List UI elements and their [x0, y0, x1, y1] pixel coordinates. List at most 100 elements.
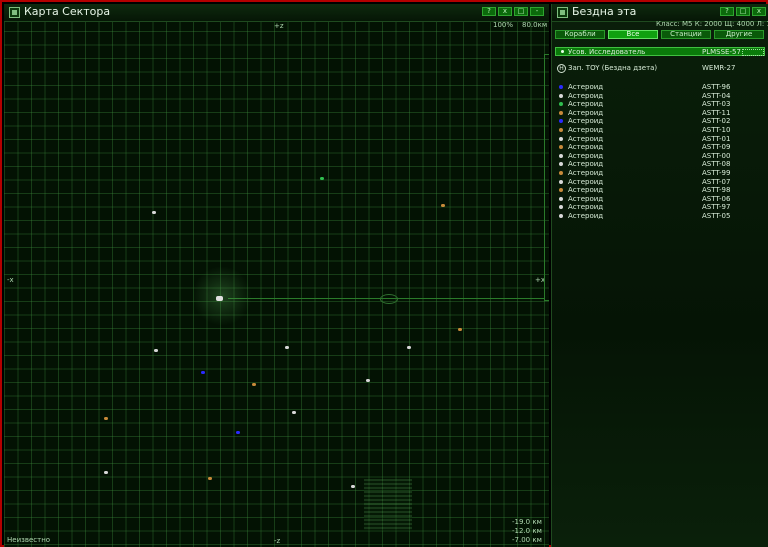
- panel-title: Бездна эта: [572, 5, 637, 18]
- object-code: ASTT-97: [702, 203, 731, 212]
- asteroid-color-icon: [559, 179, 563, 184]
- object-code: ASTT-05: [702, 212, 731, 220]
- object-code: ASTT-06: [702, 194, 731, 203]
- asteroid-marker[interactable]: [320, 177, 324, 180]
- selected-ship-code: PLMSSE-57: [702, 48, 741, 56]
- asteroid-marker[interactable]: [285, 346, 289, 349]
- asteroid-color-icon: [559, 162, 563, 167]
- object-code: ASTT-07: [702, 177, 731, 186]
- object-code: ASTT-04: [702, 91, 731, 100]
- object-name: Астероид: [568, 160, 604, 169]
- asteroid-color-icon: [559, 145, 563, 150]
- object-code: ASTT-02: [702, 117, 731, 126]
- station-name: Зап. TOY (Бездна дзета): [568, 64, 658, 72]
- tab-ships[interactable]: Корабли: [555, 30, 605, 39]
- object-name: Астероид: [568, 108, 604, 117]
- object-status: Неизвестно: [7, 536, 51, 544]
- selected-ship-row[interactable]: Усов. Исследователь PLMSSE-57: [555, 47, 765, 56]
- asteroid-color-icon: [559, 214, 563, 218]
- asteroid-marker[interactable]: [407, 346, 411, 349]
- sector-objects-panel: Бездна эта ? □ x Класс: M5 К: 2000 Щ: 40…: [551, 4, 768, 547]
- object-name: Астероид: [568, 91, 604, 100]
- gate-structure: [364, 479, 412, 531]
- coord-x: -19.0 км: [512, 518, 542, 526]
- object-code: ASTT-98: [702, 186, 731, 195]
- asteroid-marker[interactable]: [152, 211, 156, 214]
- sector-map[interactable]: Карта Сектора ? x □ - +z 100% 80.0км -x …: [4, 4, 549, 547]
- asteroid-color-icon: [559, 136, 563, 141]
- station-code: WEMR-27: [702, 64, 736, 72]
- object-code: ASTT-08: [702, 160, 731, 169]
- panel-help-button[interactable]: ?: [720, 7, 734, 16]
- selected-ship-name: Усов. Исследователь: [568, 48, 646, 56]
- object-code: ASTT-96: [702, 83, 731, 91]
- asteroid-marker[interactable]: [366, 379, 370, 382]
- panel-window-icon: [557, 7, 568, 18]
- axis-top-label: +z: [274, 22, 284, 30]
- object-code: ASTT-99: [702, 169, 731, 177]
- panel-maximize-button[interactable]: □: [736, 7, 750, 16]
- tab-all[interactable]: Все: [608, 30, 658, 39]
- object-name: Астероид: [568, 177, 604, 186]
- coord-z: -7.00 км: [512, 536, 542, 544]
- object-name: Астероид: [568, 83, 604, 91]
- object-name: Астероид: [568, 169, 604, 177]
- object-code: ASTT-03: [702, 100, 731, 109]
- object-name: Астероид: [568, 134, 604, 143]
- object-code: ASTT-09: [702, 143, 731, 152]
- asteroid-marker[interactable]: [236, 431, 240, 434]
- object-name: Астероид: [568, 126, 604, 134]
- object-code: ASTT-10: [702, 126, 731, 134]
- object-name: Астероид: [568, 194, 604, 203]
- asteroid-color-icon: [559, 171, 563, 175]
- object-name: Астероид: [568, 212, 604, 220]
- object-code: ASTT-01: [702, 134, 731, 143]
- axis-left-label: -x: [7, 276, 14, 284]
- zoom-level: 100%: [493, 21, 514, 29]
- panel-close-button[interactable]: x: [752, 7, 766, 16]
- object-code: ASTT-11: [702, 108, 731, 117]
- station-icon: H: [557, 64, 566, 73]
- asteroid-color-icon: [559, 85, 563, 89]
- asteroid-marker[interactable]: [154, 349, 158, 352]
- asteroid-color-icon: [559, 188, 563, 193]
- maximize-button[interactable]: □: [514, 7, 528, 16]
- sector-map-icon: [9, 7, 20, 18]
- asteroid-marker[interactable]: [458, 328, 462, 331]
- minimize-button[interactable]: -: [530, 7, 544, 16]
- coord-y: -12.0 км: [512, 527, 542, 535]
- asteroid-color-icon: [559, 102, 563, 107]
- close-view-button[interactable]: x: [498, 7, 512, 16]
- object-name: Астероид: [568, 100, 604, 109]
- asteroid-color-icon: [559, 153, 563, 158]
- asteroid-marker[interactable]: [441, 204, 445, 207]
- asteroid-marker[interactable]: [104, 471, 108, 474]
- asteroid-color-icon: [559, 93, 563, 98]
- asteroid-marker[interactable]: [292, 411, 296, 414]
- asteroid-marker[interactable]: [104, 417, 108, 420]
- object-name: Астероид: [568, 151, 604, 160]
- asteroid-marker[interactable]: [351, 485, 355, 488]
- asteroid-marker[interactable]: [208, 477, 212, 480]
- tab-stations[interactable]: Станции: [661, 30, 711, 39]
- asteroid-marker[interactable]: [201, 371, 205, 374]
- asteroid-color-icon: [559, 196, 563, 201]
- object-code: ASTT-00: [702, 151, 731, 160]
- selected-marker-icon: [561, 50, 564, 53]
- asteroid-color-icon: [559, 119, 563, 124]
- object-name: Астероид: [568, 203, 604, 212]
- asteroid-color-icon: [559, 205, 563, 210]
- asteroid-color-icon: [559, 110, 563, 115]
- scan-range: 80.0км: [522, 21, 548, 29]
- help-button[interactable]: ?: [482, 7, 496, 16]
- map-title: Карта Сектора: [24, 5, 111, 18]
- player-ship-icon[interactable]: [216, 296, 223, 301]
- object-name: Астероид: [568, 117, 604, 126]
- object-name: Астероид: [568, 186, 604, 195]
- station-marker[interactable]: [380, 294, 398, 304]
- sector-boundary-marker: [544, 54, 549, 301]
- tab-other[interactable]: Другие: [714, 30, 764, 39]
- asteroid-color-icon: [559, 128, 563, 132]
- asteroid-marker[interactable]: [252, 383, 256, 386]
- selected-ship-status-icon: [742, 49, 764, 56]
